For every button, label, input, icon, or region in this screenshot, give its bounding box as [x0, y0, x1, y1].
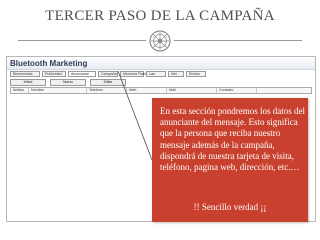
callout-footer: !! Sencillo verdad ¡¡ — [193, 202, 267, 212]
callout-paragraph: En esta sección pondremos los datos del … — [160, 106, 305, 173]
callout-text: En esta sección pondremos los datos del … — [160, 106, 306, 173]
callout-box: En esta sección pondremos los datos del … — [152, 98, 308, 222]
